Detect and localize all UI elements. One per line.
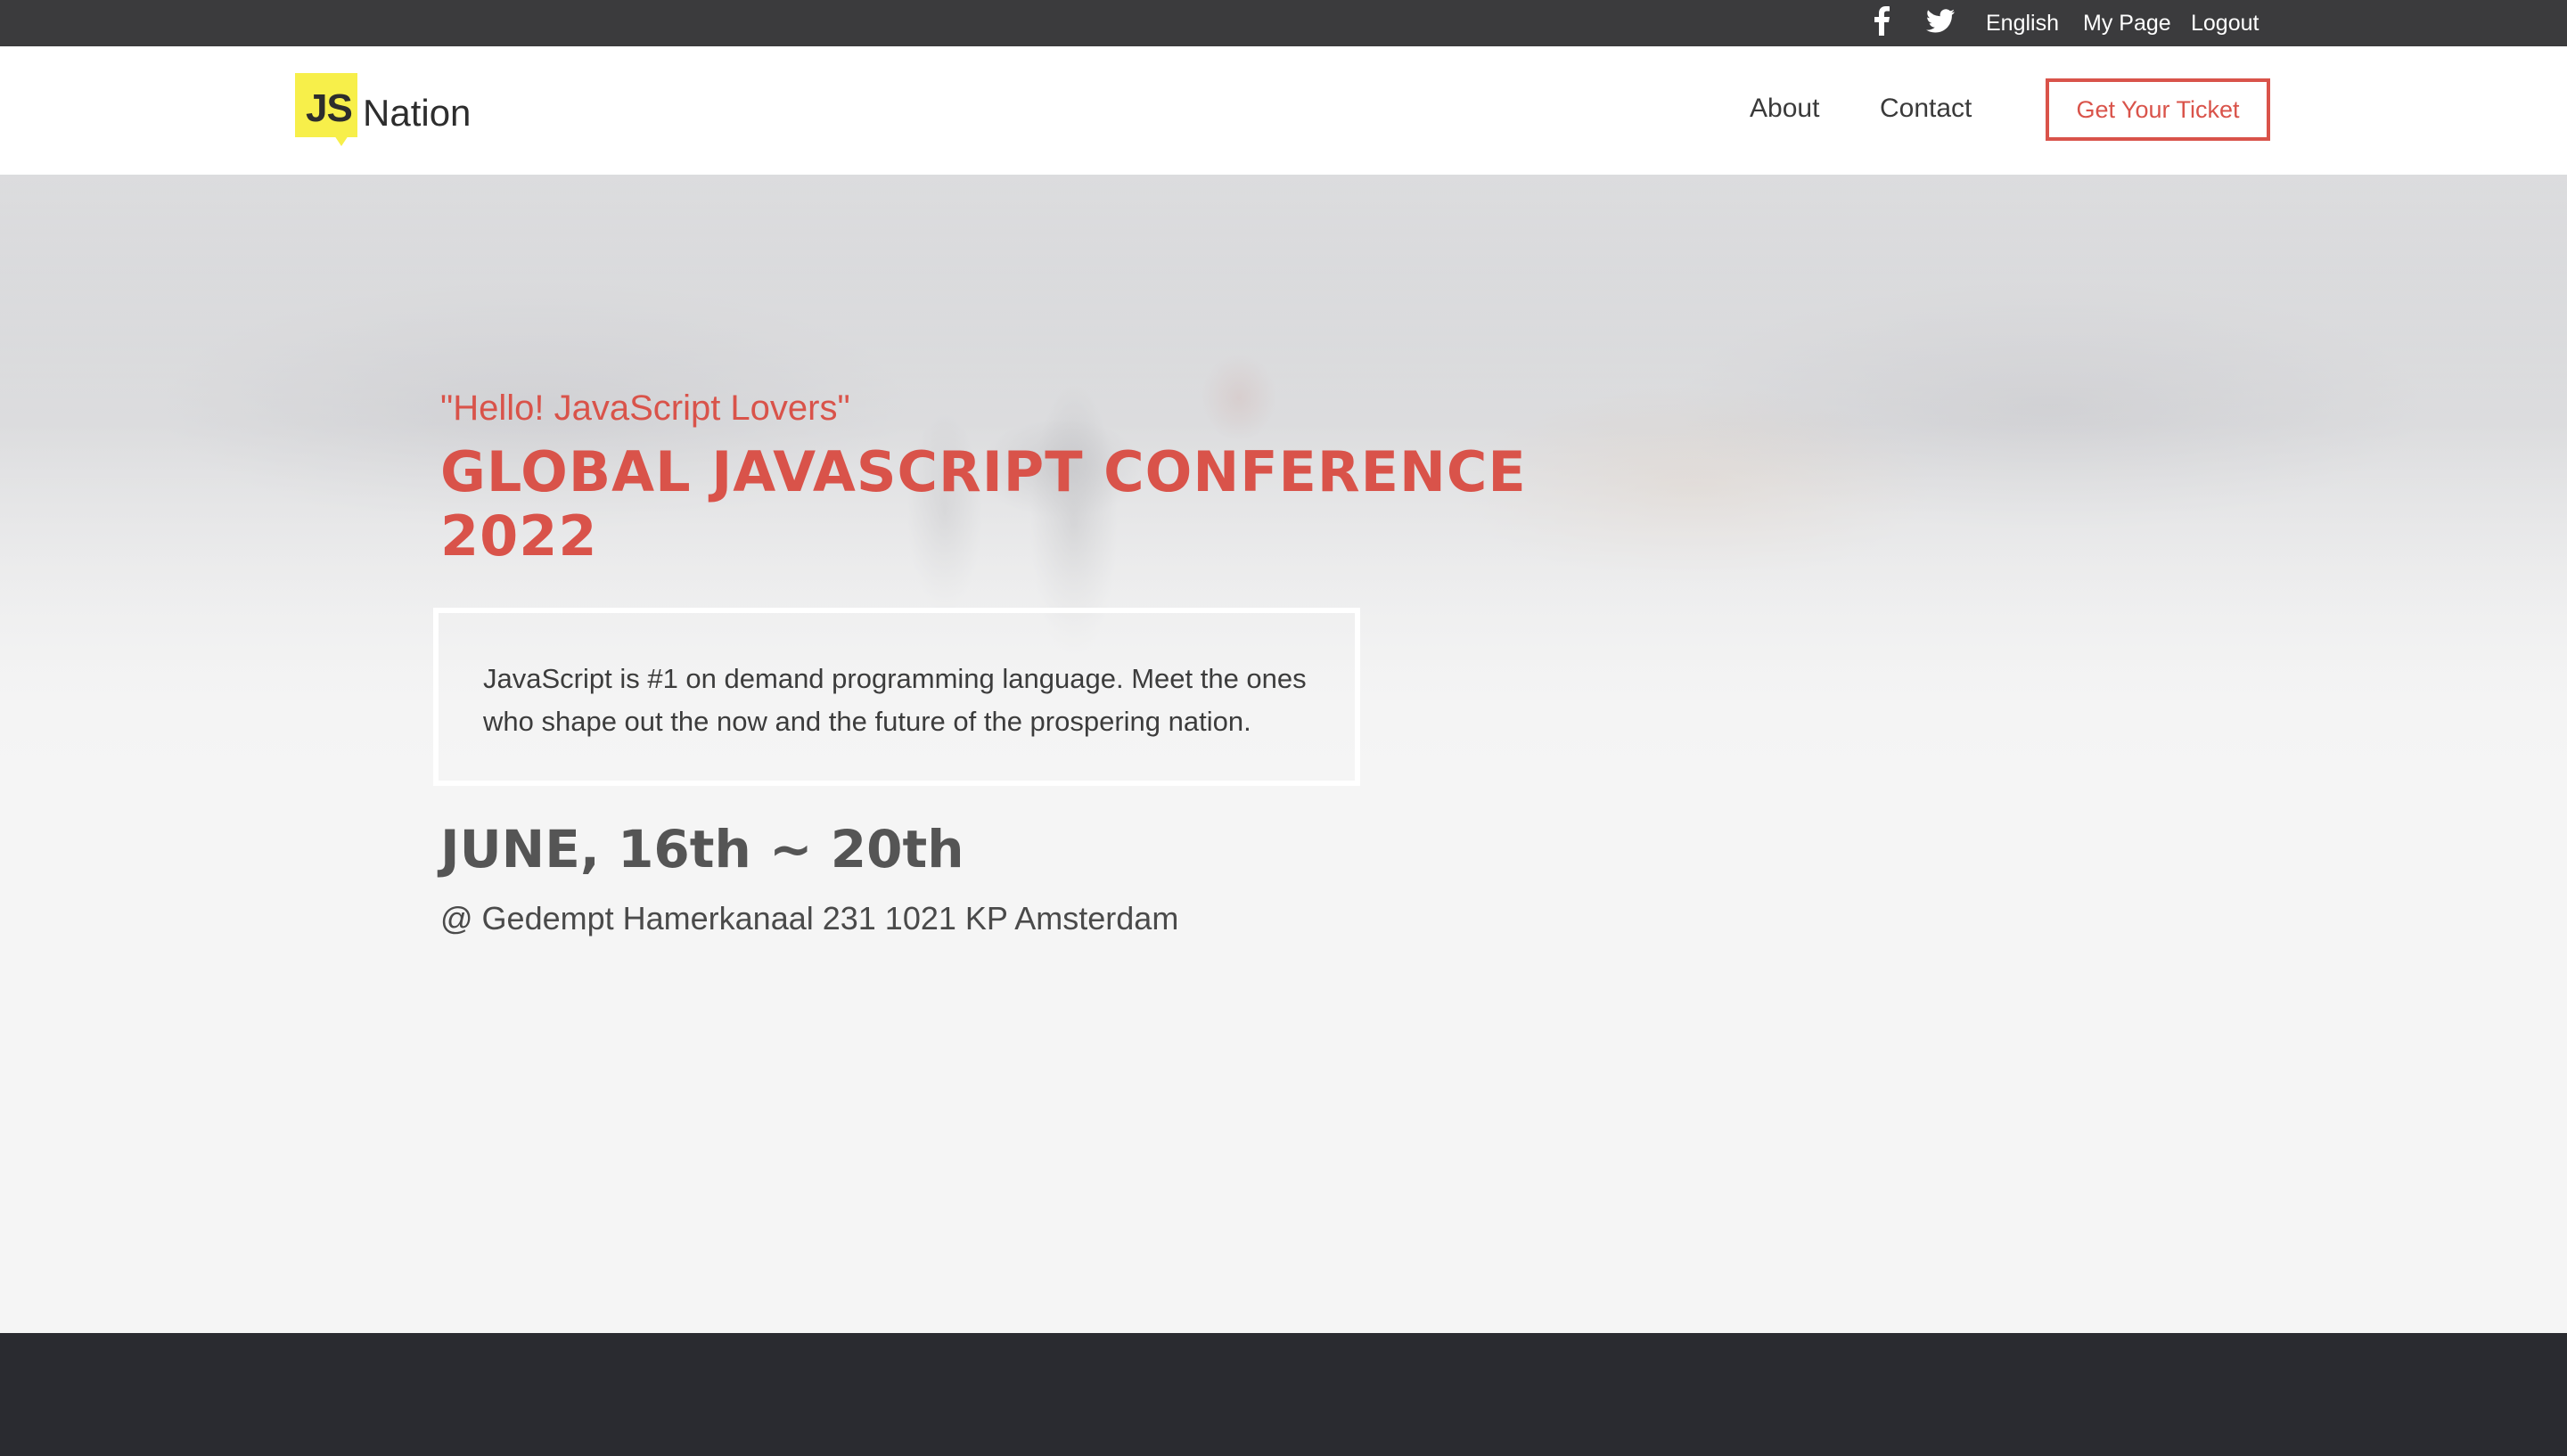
my-page-link[interactable]: My Page <box>2083 0 2171 46</box>
hero-headline: GLOBAL JAVASCRIPT CONFERENCE 2022 <box>440 439 1527 568</box>
top-utility-bar: English My Page Logout <box>0 0 2567 46</box>
logo-badge-tail <box>334 135 349 146</box>
logout-link[interactable]: Logout <box>2191 0 2259 46</box>
nav-about[interactable]: About <box>1750 93 1819 125</box>
js-nation-logo[interactable]: JS Nation <box>295 73 500 153</box>
footer <box>0 1333 2567 1456</box>
main-header: JS Nation About Contact Get Your Ticket <box>0 46 2567 175</box>
hero-section: "Hello! JavaScript Lovers" GLOBAL JAVASC… <box>0 175 2567 1333</box>
event-dates: JUNE, 16th ~ 20th <box>440 819 964 879</box>
event-venue: @ Gedempt Hamerkanaal 231 1021 KP Amster… <box>440 900 1179 937</box>
hero-description: JavaScript is #1 on demand programming l… <box>483 663 1307 737</box>
facebook-icon[interactable] <box>1872 5 1891 36</box>
twitter-icon[interactable] <box>1925 5 1956 36</box>
nav-contact[interactable]: Contact <box>1880 93 1972 125</box>
logo-name: Nation <box>363 92 472 134</box>
description-box: JavaScript is #1 on demand programming l… <box>433 608 1360 786</box>
logo-mark: JS <box>306 86 353 130</box>
get-ticket-button[interactable]: Get Your Ticket <box>2046 78 2270 141</box>
language-link[interactable]: English <box>1986 0 2059 46</box>
hero-greeting: "Hello! JavaScript Lovers" <box>440 389 850 428</box>
